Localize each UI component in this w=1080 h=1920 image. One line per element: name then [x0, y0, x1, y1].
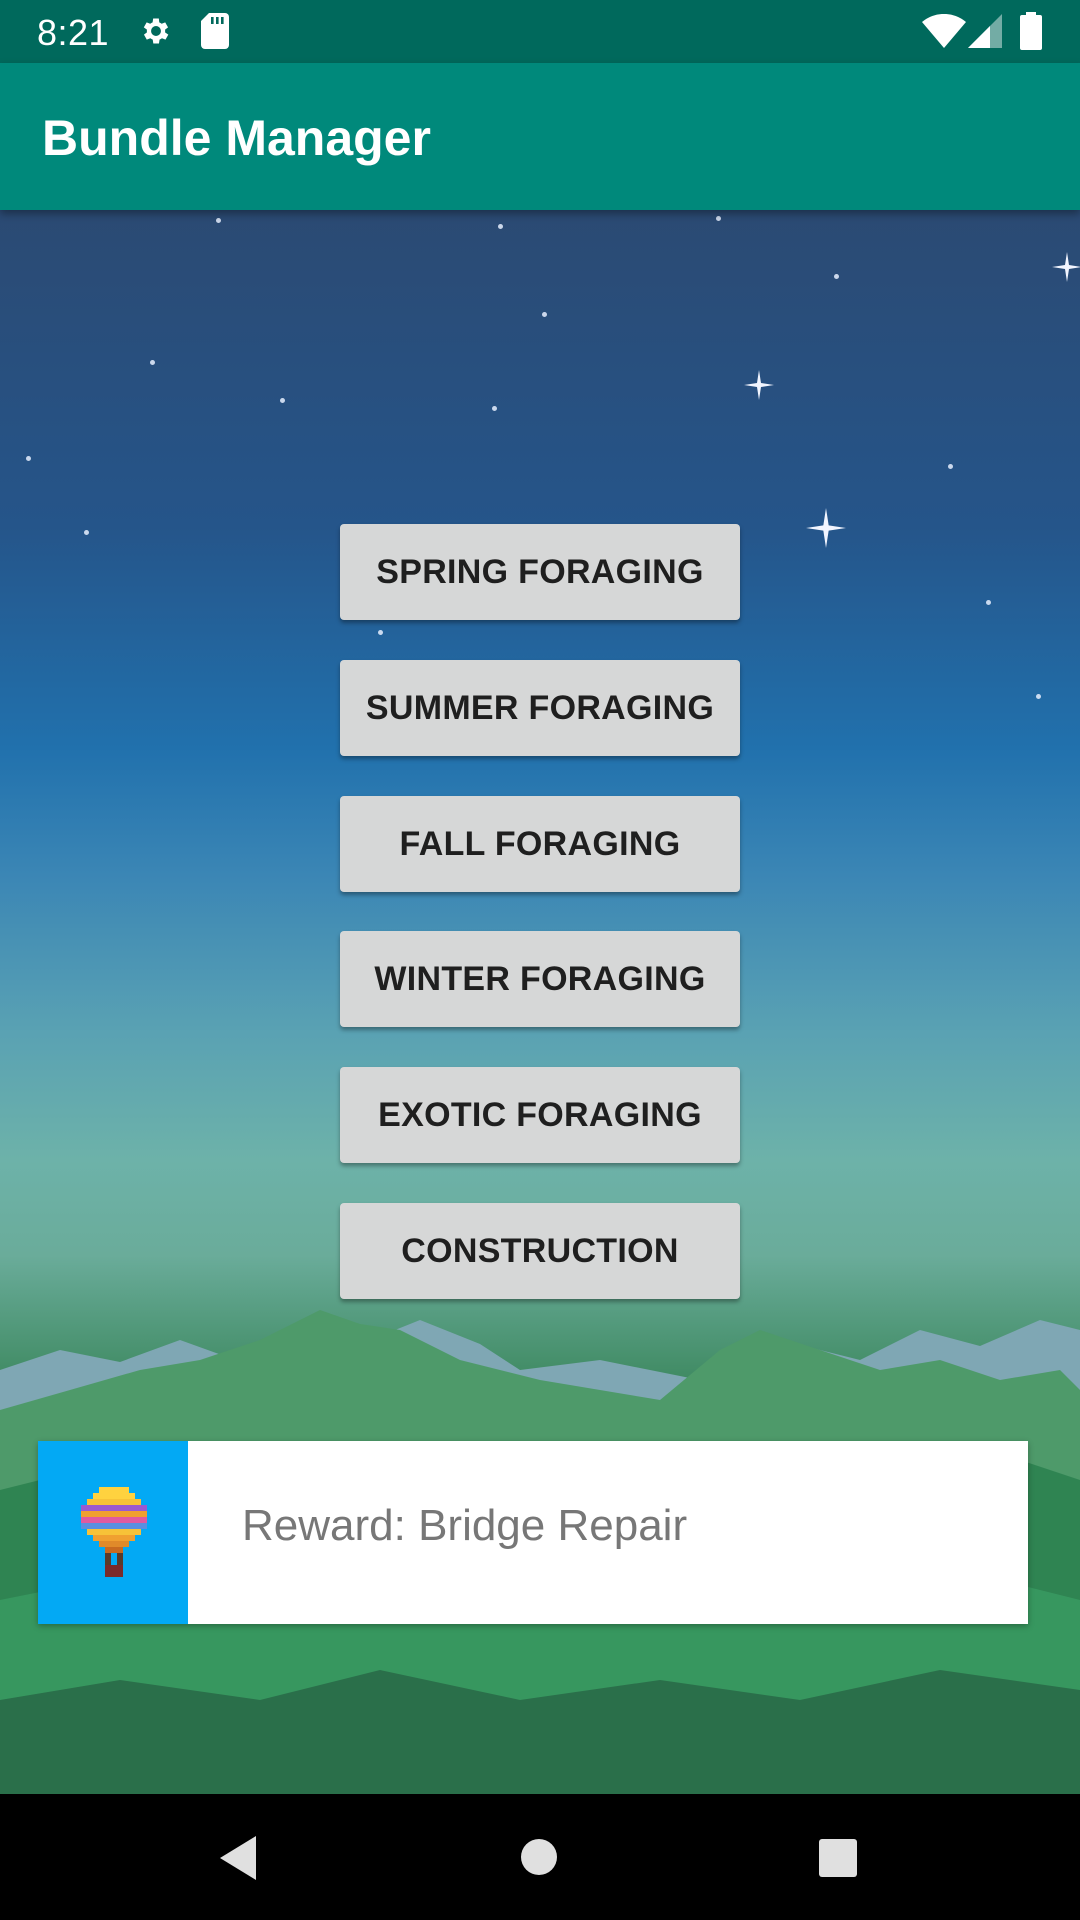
spring-foraging-button[interactable]: SPRING FORAGING — [340, 524, 740, 620]
screen: 8:21 Bundle Manager SPRING FORAGING SUMM… — [0, 0, 1080, 1920]
signal-icon — [968, 14, 1002, 48]
reward-card: Reward: Bridge Repair — [38, 1441, 1028, 1624]
star — [834, 274, 839, 279]
sparkle-icon — [806, 508, 846, 548]
star — [150, 360, 155, 365]
home-icon[interactable] — [520, 1838, 558, 1876]
app-bar: Bundle Manager — [0, 63, 1080, 210]
fall-foraging-button[interactable]: FALL FORAGING — [340, 796, 740, 892]
winter-foraging-button[interactable]: WINTER FORAGING — [340, 931, 740, 1027]
star — [1036, 694, 1041, 699]
content-area: SPRING FORAGING SUMMER FORAGING FALL FOR… — [0, 210, 1080, 1794]
navigation-bar — [0, 1794, 1080, 1920]
star — [948, 464, 953, 469]
status-bar: 8:21 — [0, 0, 1080, 63]
hot-air-balloon-icon — [81, 1487, 147, 1577]
star — [216, 218, 221, 223]
star — [378, 630, 383, 635]
star — [84, 530, 89, 535]
status-time: 8:21 — [37, 12, 110, 53]
reward-icon-box — [38, 1441, 188, 1624]
star — [498, 224, 503, 229]
star — [716, 216, 721, 221]
battery-icon — [1020, 12, 1042, 50]
star — [986, 600, 991, 605]
sparkle-icon — [1052, 252, 1080, 282]
star — [542, 312, 547, 317]
back-icon[interactable] — [216, 1834, 260, 1882]
wifi-icon — [922, 14, 966, 48]
exotic-foraging-button[interactable]: EXOTIC FORAGING — [340, 1067, 740, 1163]
gear-icon — [143, 18, 169, 44]
reward-label: Reward: Bridge Repair — [242, 1501, 688, 1550]
star — [26, 456, 31, 461]
summer-foraging-button[interactable]: SUMMER FORAGING — [340, 660, 740, 756]
star — [492, 406, 497, 411]
sparkle-icon — [744, 370, 774, 400]
app-title: Bundle Manager — [42, 110, 431, 166]
star — [280, 398, 285, 403]
sd-card-icon — [201, 13, 229, 49]
construction-button[interactable]: CONSTRUCTION — [340, 1203, 740, 1299]
recents-icon[interactable] — [818, 1838, 858, 1878]
